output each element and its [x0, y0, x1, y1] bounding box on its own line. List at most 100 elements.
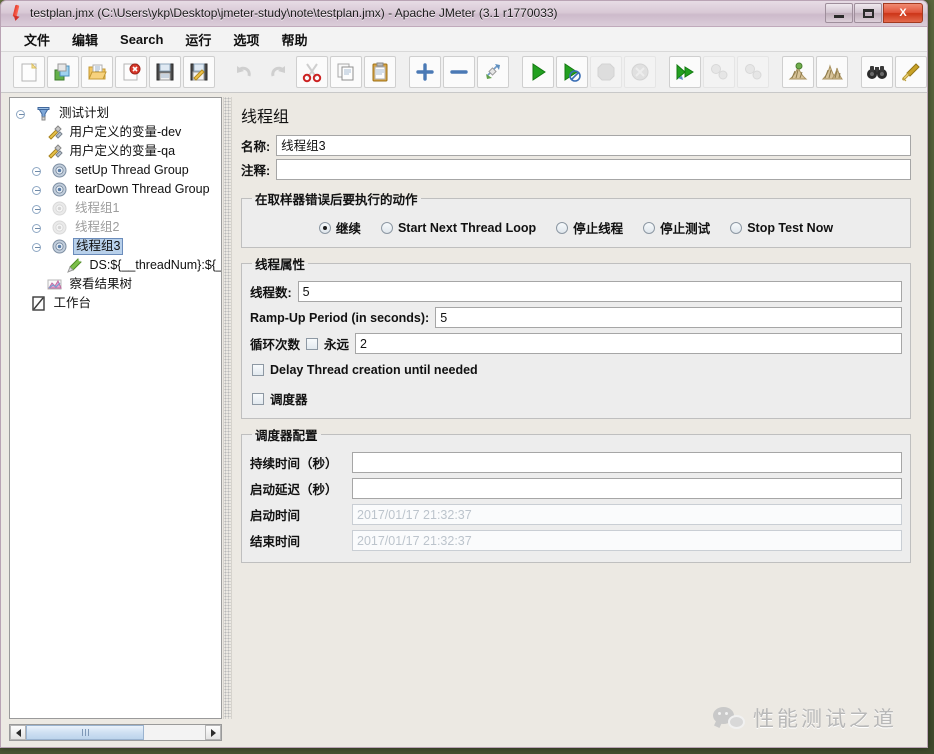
clear-icon[interactable]	[782, 56, 814, 88]
tree-node-thread-group-2[interactable]: 线程组2	[14, 218, 221, 237]
radio-stop-test[interactable]: 停止测试	[643, 218, 710, 237]
duration-label: 持续时间（秒）	[250, 457, 338, 471]
scheduler-label: 调度器	[270, 393, 308, 407]
save-as-icon[interactable]	[183, 56, 215, 88]
cut-scissors-icon[interactable]	[296, 56, 328, 88]
desktop-background: testplan.jmx (C:\Users\ykp\Desktop\jmete…	[0, 0, 934, 754]
radio-stop-thread[interactable]: 停止线程	[556, 218, 623, 237]
menu-edit[interactable]: 编辑	[61, 27, 109, 52]
tree-expander-icon[interactable]	[32, 162, 45, 179]
radio-stop-test-now-indicator[interactable]	[730, 221, 743, 234]
save-icon[interactable]	[149, 56, 181, 88]
page-title: 线程组	[241, 109, 290, 126]
scroll-right-arrow[interactable]	[205, 725, 221, 740]
tree-expander-icon[interactable]	[32, 181, 45, 198]
tree-node-thread-group-1[interactable]: 线程组1	[14, 199, 221, 218]
maximize-button[interactable]	[854, 3, 882, 23]
tree-expander-icon[interactable]	[32, 200, 45, 217]
new-document-icon[interactable]	[13, 56, 45, 88]
tree-node-test-plan[interactable]: 测试计划	[14, 104, 221, 123]
radio-start-next-thread-loop-indicator[interactable]	[380, 221, 393, 234]
start-time-input[interactable]: 2017/01/17 21:32:37	[352, 504, 902, 525]
shutdown-icon[interactable]	[624, 56, 656, 88]
startup-delay-input[interactable]	[352, 478, 902, 499]
duration-input[interactable]	[352, 452, 902, 473]
start-play-icon[interactable]	[522, 56, 554, 88]
scrollbar-track[interactable]	[26, 725, 205, 740]
remote-stop-all-icon[interactable]	[703, 56, 735, 88]
tree-expander-icon[interactable]	[32, 238, 45, 255]
radio-stop-thread-label: 停止线程	[573, 222, 624, 236]
toolbar-separator-1	[217, 56, 226, 88]
test-plan-tree[interactable]: 测试计划 用户定义的变量-dev 用户定义的变量-qa setUp Thread…	[10, 98, 221, 313]
menu-file[interactable]: 文件	[13, 27, 61, 52]
undo-icon[interactable]	[228, 56, 260, 88]
tree-node-teardown-thread-group[interactable]: tearDown Thread Group	[14, 180, 221, 199]
stop-icon[interactable]	[590, 56, 622, 88]
radio-continue-label: 继续	[335, 222, 361, 236]
radio-stop-test-now[interactable]: Stop Test Now	[730, 221, 833, 235]
tree-node-user-variables-dev[interactable]: 用户定义的变量-dev	[14, 123, 221, 142]
radio-continue[interactable]: 继续	[318, 218, 361, 237]
tree-node-label: tearDown Thread Group	[74, 182, 210, 197]
reset-search-broom-icon[interactable]	[895, 56, 927, 88]
scroll-left-arrow[interactable]	[10, 725, 26, 740]
pane-splitter[interactable]	[223, 97, 232, 719]
toolbar	[1, 52, 927, 93]
start-no-timers-icon[interactable]	[556, 56, 588, 88]
comment-input[interactable]	[276, 159, 911, 180]
menu-options[interactable]: 选项	[222, 27, 270, 52]
toggle-icon[interactable]	[477, 56, 509, 88]
expand-all-plus-icon[interactable]	[409, 56, 441, 88]
tree-node-thread-group-3[interactable]: 线程组3	[14, 237, 221, 256]
radio-continue-indicator[interactable]	[318, 221, 331, 234]
tree-expander-icon[interactable]	[16, 105, 29, 122]
radio-stop-thread-indicator[interactable]	[556, 221, 569, 234]
test-plan-tree-panel[interactable]: 测试计划 用户定义的变量-dev 用户定义的变量-qa setUp Thread…	[9, 97, 222, 719]
scrollbar-thumb[interactable]	[26, 725, 145, 740]
name-input[interactable]: 线程组3	[276, 135, 911, 156]
collapse-all-minus-icon[interactable]	[443, 56, 475, 88]
num-threads-input[interactable]: 5	[297, 281, 902, 302]
tree-node-label: 用户定义的变量-dev	[69, 125, 182, 140]
startup-delay-row: 启动延迟（秒）	[250, 476, 902, 502]
menu-search[interactable]: Search	[109, 29, 174, 50]
tree-node-debug-sampler[interactable]: DS:${__threadNum}:${_	[14, 256, 221, 275]
redo-icon[interactable]	[262, 56, 294, 88]
radio-stop-test-indicator[interactable]	[643, 221, 656, 234]
menu-bar: 文件 编辑 Search 运行 选项 帮助	[1, 27, 927, 52]
remote-shutdown-all-icon[interactable]	[737, 56, 769, 88]
watermark-text: 性能测试之道	[753, 708, 897, 731]
delay-thread-creation-label: Delay Thread creation until needed	[270, 363, 478, 377]
minimize-button[interactable]	[825, 3, 853, 23]
remote-start-all-icon[interactable]	[669, 56, 701, 88]
paste-clipboard-icon[interactable]	[364, 56, 396, 88]
clear-all-icon[interactable]	[816, 56, 848, 88]
loop-count-input[interactable]: 2	[355, 333, 902, 354]
scheduler-row[interactable]: 调度器	[250, 379, 902, 410]
scheduler-configuration-group: 调度器配置 持续时间（秒） 启动延迟（秒） 启动时间 2017/01/17 21…	[241, 425, 911, 563]
scheduler-checkbox[interactable]	[252, 392, 264, 405]
tree-node-setup-thread-group[interactable]: setUp Thread Group	[14, 161, 221, 180]
search-binoculars-icon[interactable]	[861, 56, 893, 88]
menu-run[interactable]: 运行	[174, 27, 222, 52]
open-folder-icon[interactable]	[81, 56, 113, 88]
close-document-icon[interactable]	[115, 56, 147, 88]
radio-start-next-thread-loop[interactable]: Start Next Thread Loop	[380, 221, 536, 235]
tree-node-user-variables-qa[interactable]: 用户定义的变量-qa	[14, 142, 221, 161]
delay-thread-creation-row[interactable]: Delay Thread creation until needed	[250, 357, 902, 379]
close-button[interactable]: X	[883, 3, 923, 23]
tree-node-view-results-tree[interactable]: 察看结果树	[14, 275, 221, 294]
end-time-input[interactable]: 2017/01/17 21:32:37	[352, 530, 902, 551]
forever-checkbox[interactable]	[306, 337, 319, 350]
ramp-up-input[interactable]: 5	[435, 307, 902, 328]
delay-thread-creation-checkbox[interactable]	[252, 364, 264, 376]
duration-row: 持续时间（秒）	[250, 450, 902, 476]
copy-icon[interactable]	[330, 56, 362, 88]
templates-icon[interactable]	[47, 56, 79, 88]
tree-expander-icon[interactable]	[32, 219, 45, 236]
radio-stop-test-now-label: Stop Test Now	[747, 220, 834, 235]
tree-horizontal-scrollbar[interactable]	[9, 724, 222, 741]
tree-node-workbench[interactable]: 工作台	[14, 294, 221, 313]
menu-help[interactable]: 帮助	[270, 27, 318, 52]
